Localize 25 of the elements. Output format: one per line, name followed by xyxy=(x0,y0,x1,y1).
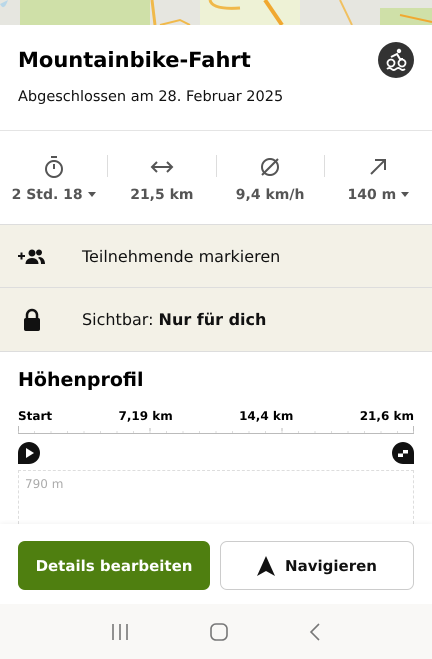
navigate-button[interactable]: Navigieren xyxy=(220,541,414,590)
axis-label: 21,6 km xyxy=(360,409,414,423)
caret-icon xyxy=(401,192,410,197)
back-icon[interactable] xyxy=(309,622,322,640)
navigation-arrow-icon xyxy=(257,556,276,576)
section-title: Höhenprofil xyxy=(18,369,145,391)
axis-label: 14,4 km xyxy=(239,409,294,423)
activity-title: Mountainbike-Fahrt xyxy=(18,48,251,72)
list-row[interactable]: Teilnehmende markieren xyxy=(0,224,432,288)
axis-label: 7,19 km xyxy=(118,409,173,423)
edit-details-button[interactable]: Details bearbeiten xyxy=(18,541,210,590)
stat-value: 9,4 km/h xyxy=(236,186,304,202)
elevation-label: 790 m xyxy=(25,477,64,491)
list-row[interactable]: Sichtbar: Nur für dich xyxy=(0,288,432,352)
recent-apps-icon[interactable] xyxy=(110,624,129,640)
stopwatch-icon xyxy=(42,154,65,178)
stat-value[interactable]: 140 m xyxy=(348,186,410,202)
stat-value: 21,5 km xyxy=(130,186,194,202)
completion-date: Abgeschlossen am 28. Februar 2025 xyxy=(18,89,284,105)
home-icon[interactable] xyxy=(210,622,228,640)
axis-label: Start xyxy=(18,409,52,423)
cyclist-icon xyxy=(378,42,414,78)
add-people-icon xyxy=(18,248,46,264)
stat-value[interactable]: 2 Std. 18 xyxy=(12,186,96,202)
caret-icon xyxy=(88,192,96,197)
